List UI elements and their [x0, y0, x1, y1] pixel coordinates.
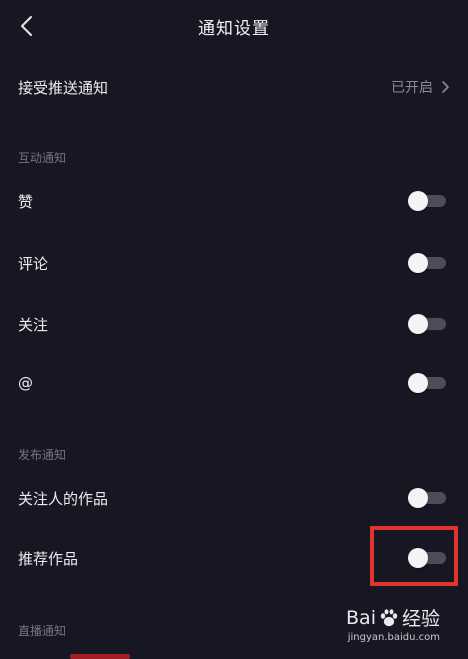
setting-label-like: 赞 [18, 192, 34, 211]
setting-label-followed-works: 关注人的作品 [18, 489, 109, 508]
baidu-jingyan-watermark: Bai 经验 jingyan.baidu.com [346, 604, 440, 644]
toggle-like[interactable] [408, 191, 446, 211]
push-notification-status: 已开启 [391, 80, 433, 96]
highlight-annotation-box [370, 526, 458, 586]
watermark-brand-right: 经验 [401, 608, 440, 630]
toggle-knob [408, 191, 428, 211]
setting-row-like: 赞 [0, 176, 468, 226]
push-notification-label: 接受推送通知 [18, 78, 109, 97]
setting-label-follow: 关注 [18, 315, 49, 334]
chevron-right-icon [442, 81, 449, 93]
toggle-knob [408, 253, 428, 273]
bottom-red-strip [70, 654, 130, 659]
section-header-live: 直播通知 [18, 624, 67, 638]
toggle-knob [408, 488, 428, 508]
page-title: 通知设置 [198, 19, 270, 39]
setting-label-mention: @ [18, 374, 33, 392]
toggle-followed-works[interactable] [408, 488, 446, 508]
watermark-url: jingyan.baidu.com [347, 632, 440, 643]
setting-label-comment: 评论 [18, 254, 49, 273]
toggle-follow[interactable] [408, 314, 446, 334]
setting-row-follow: 关注 [0, 299, 468, 349]
setting-label-recommended-works: 推荐作品 [18, 549, 79, 568]
toggle-mention[interactable] [408, 373, 446, 393]
notification-settings-screen: 通知设置 接受推送通知 已开启 互动通知 赞 评论 关注 @ 发布通知 关注人的… [0, 0, 468, 659]
setting-row-mention: @ [0, 358, 468, 408]
paw-icon [380, 608, 398, 626]
section-header-interaction: 互动通知 [18, 151, 67, 165]
setting-row-followed-works: 关注人的作品 [0, 473, 468, 523]
section-header-publish: 发布通知 [18, 448, 67, 462]
setting-row-comment: 评论 [0, 238, 468, 288]
toggle-knob [408, 314, 428, 334]
toggle-comment[interactable] [408, 253, 446, 273]
toggle-knob [408, 373, 428, 393]
watermark-brand-left: Bai [346, 606, 376, 629]
nav-bar: 通知设置 [0, 0, 468, 52]
watermark-brand: Bai 经验 [346, 604, 440, 631]
push-notification-row[interactable]: 接受推送通知 已开启 [0, 62, 468, 112]
